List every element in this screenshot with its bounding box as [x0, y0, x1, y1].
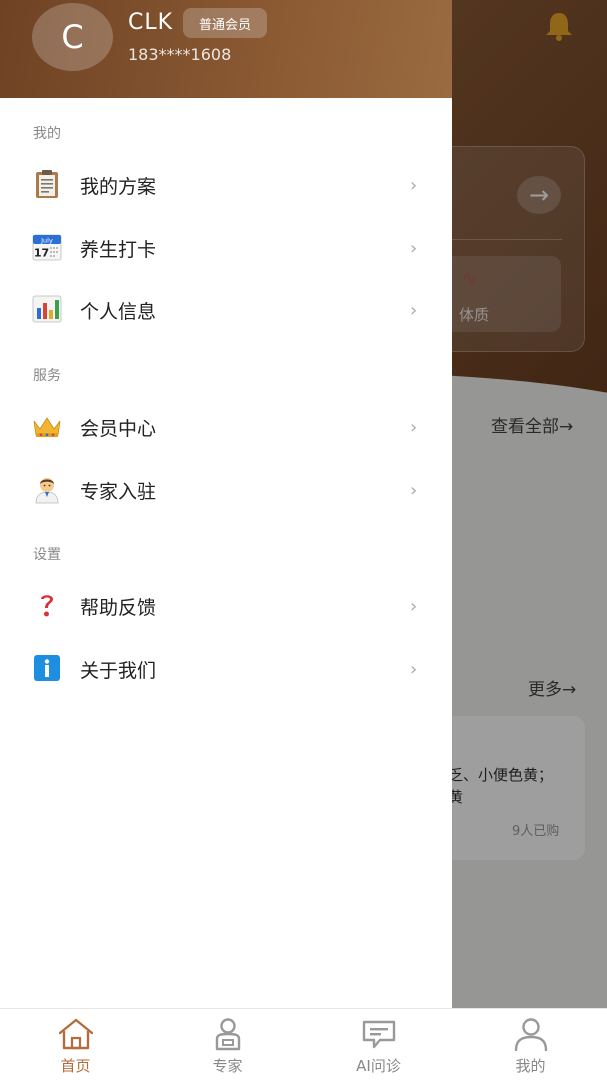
user-phone: 183****1608 [128, 45, 232, 64]
tab-home[interactable]: 首页 [0, 1009, 151, 1080]
question-icon [41, 595, 53, 617]
menu-item-label: 我的方案 [80, 176, 157, 198]
tab-ai-consult[interactable]: AI问诊 [303, 1009, 454, 1080]
user-name: CLK [128, 10, 174, 35]
section-title-services: 服务 [33, 368, 61, 384]
side-drawer: C CLK 普通会员 183****1608 我的 我的方案 › July 17 [0, 0, 452, 1008]
chevron-right-icon: › [410, 300, 418, 321]
tab-mine[interactable]: 我的 [455, 1009, 606, 1080]
tab-label: 专家 [212, 1057, 243, 1075]
menu-item-membership-center[interactable]: 会员中心 › [0, 402, 452, 454]
menu-item-label: 个人信息 [80, 301, 157, 323]
menu-item-personal-info[interactable]: 个人信息 › [0, 285, 452, 337]
section-title-settings: 设置 [33, 547, 61, 563]
tab-label: 首页 [60, 1057, 91, 1075]
clipboard-icon [36, 170, 58, 198]
avatar[interactable]: C [32, 3, 113, 71]
tab-expert[interactable]: 专家 [152, 1009, 303, 1080]
menu-item-label: 关于我们 [80, 660, 157, 682]
chevron-right-icon: › [410, 480, 418, 501]
chevron-right-icon: › [410, 596, 418, 617]
tab-label: AI问诊 [356, 1057, 401, 1075]
calendar-icon: July 17 [32, 234, 62, 261]
chat-icon [362, 1020, 396, 1049]
expert-icon [215, 1018, 241, 1051]
section-title-mine: 我的 [33, 126, 61, 142]
menu-item-my-plan[interactable]: 我的方案 › [0, 160, 452, 212]
home-icon [58, 1018, 94, 1050]
bottom-tab-bar: 首页 专家 AI问诊 我的 [0, 1008, 607, 1080]
info-icon [34, 655, 60, 681]
calendar-month: July [40, 237, 53, 245]
doctor-icon [35, 478, 59, 504]
chevron-right-icon: › [410, 659, 418, 680]
menu-item-health-checkin[interactable]: July 17 养生打卡 › [0, 223, 452, 275]
menu-item-about-us[interactable]: 关于我们 › [0, 644, 452, 696]
calendar-day: 17 [34, 247, 49, 260]
tab-label: 我的 [515, 1057, 546, 1075]
user-icon [514, 1018, 548, 1051]
chevron-right-icon: › [410, 417, 418, 438]
drawer-header: C CLK 普通会员 183****1608 [0, 0, 452, 98]
menu-item-expert-join[interactable]: 专家入驻 › [0, 465, 452, 517]
menu-item-help-feedback[interactable]: 帮助反馈 › [0, 581, 452, 633]
menu-item-label: 帮助反馈 [80, 597, 157, 619]
menu-item-label: 会员中心 [80, 418, 157, 440]
bar-chart-icon [32, 295, 62, 323]
crown-icon [33, 417, 61, 437]
menu-item-label: 养生打卡 [80, 239, 157, 261]
member-level-badge: 普通会员 [183, 8, 267, 38]
chevron-right-icon: › [410, 175, 418, 196]
menu-item-label: 专家入驻 [80, 481, 157, 503]
chevron-right-icon: › [410, 238, 418, 259]
